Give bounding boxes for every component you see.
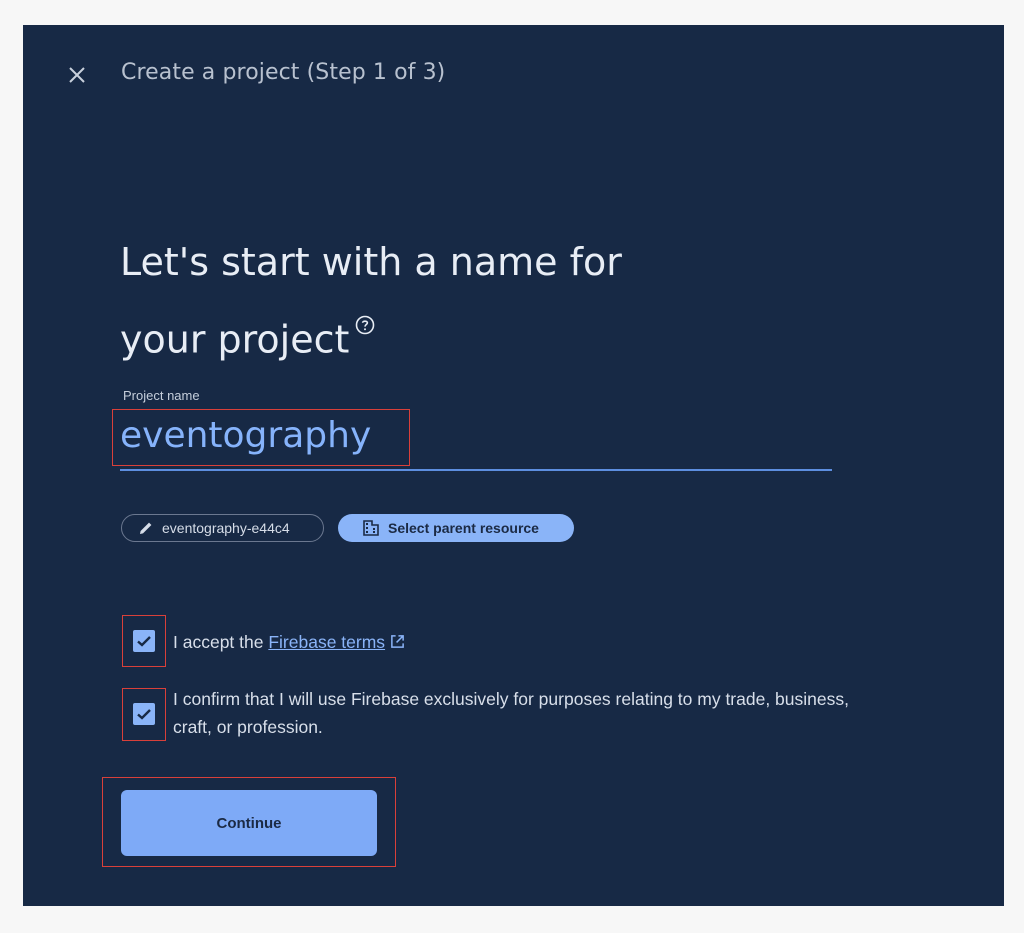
- highlight-terms-checkbox: [122, 615, 166, 667]
- confirm-text-line-1: I confirm that I will use Firebase exclu…: [173, 689, 849, 709]
- input-underline: [120, 469, 832, 471]
- edit-pencil-icon: [140, 522, 152, 534]
- building-icon: [363, 520, 379, 536]
- external-link-icon[interactable]: [390, 634, 405, 649]
- headline-line-2: your project: [120, 317, 350, 362]
- highlight-confirm-checkbox: [122, 688, 166, 741]
- project-name-label: Project name: [123, 388, 200, 403]
- firebase-terms-link[interactable]: Firebase terms: [268, 632, 385, 652]
- terms-prefix: I accept the: [173, 632, 264, 652]
- project-id-chip[interactable]: eventography-e44c4: [121, 514, 324, 542]
- confirm-text-line-2: craft, or profession.: [173, 717, 323, 737]
- close-icon[interactable]: [65, 63, 89, 87]
- page-headline: Let's start with a name for your project: [120, 230, 740, 372]
- terms-label: I accept the Firebase terms: [173, 628, 405, 656]
- select-parent-resource-chip[interactable]: Select parent resource: [338, 514, 574, 542]
- confirm-label: I confirm that I will use Firebase exclu…: [173, 685, 953, 741]
- help-icon[interactable]: [355, 290, 375, 335]
- headline-line-1: Let's start with a name for: [120, 240, 622, 284]
- create-project-dialog: Create a project (Step 1 of 3) Let's sta…: [23, 25, 1004, 906]
- highlight-continue-button: [102, 777, 396, 867]
- project-id-text: eventography-e44c4: [162, 520, 290, 536]
- highlight-project-name: [112, 409, 410, 466]
- parent-resource-label: Select parent resource: [388, 520, 539, 536]
- dialog-title: Create a project (Step 1 of 3): [121, 60, 446, 85]
